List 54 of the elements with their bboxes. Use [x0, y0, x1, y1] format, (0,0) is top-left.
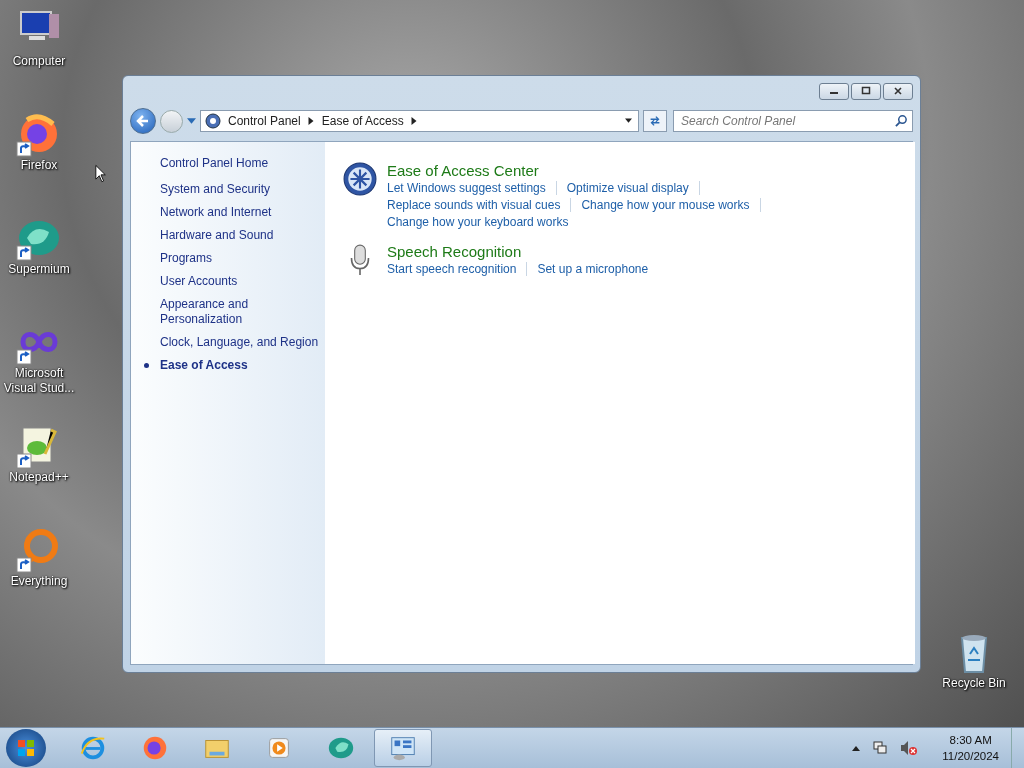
sidebar-link[interactable]: System and Security: [160, 182, 325, 197]
task-link[interactable]: Replace sounds with visual cues: [387, 198, 572, 212]
desktop-icon-label[interactable]: Firefox: [1, 158, 77, 173]
task-link[interactable]: Optimize visual display: [566, 181, 700, 195]
mouse-cursor-icon: [95, 164, 107, 184]
sidebar-link[interactable]: Ease of Access: [160, 358, 325, 373]
category-title-link[interactable]: Speech Recognition: [387, 243, 897, 260]
desktop-icon-label[interactable]: Supermium: [1, 262, 77, 277]
ease-of-access-icon: [343, 162, 377, 196]
sidebar-link[interactable]: Appearance and Personalization: [160, 297, 325, 327]
address-bar[interactable]: Control Panel Ease of Access: [200, 110, 639, 132]
control-panel-taskbar-button[interactable]: [374, 729, 432, 767]
desktop-icon-label[interactable]: Recycle Bin: [936, 676, 1012, 691]
refresh-button[interactable]: [643, 110, 667, 132]
sidebar-link[interactable]: User Accounts: [160, 274, 325, 289]
sidebar-link[interactable]: Programs: [160, 251, 325, 266]
maximize-icon[interactable]: [861, 86, 871, 96]
task-link[interactable]: Start speech recognition: [387, 262, 528, 276]
task-link[interactable]: Change how your keyboard works: [387, 215, 579, 229]
breadcrumb-arrow-icon[interactable]: [307, 117, 315, 125]
sidebar-link[interactable]: Hardware and Sound: [160, 228, 325, 243]
breadcrumb-link[interactable]: Ease of Access: [321, 114, 404, 128]
show-hidden-icons-icon[interactable]: [852, 745, 861, 751]
minimize-button[interactable]: [819, 82, 849, 100]
back-button[interactable]: [130, 108, 156, 134]
desktop-icon-label[interactable]: Computer: [1, 54, 77, 69]
windows-logo-icon[interactable]: [16, 738, 36, 758]
desktop-icon-label[interactable]: Microsoft Visual Stud...: [1, 366, 77, 396]
dropdown-arrow-icon[interactable]: [625, 117, 632, 125]
clock-time[interactable]: 8:30 AM: [949, 732, 992, 748]
start-button[interactable]: [6, 729, 46, 767]
close-icon[interactable]: [893, 86, 903, 96]
category-title-link[interactable]: Ease of Access Center: [387, 162, 897, 179]
task-link[interactable]: Let Windows suggest settings: [387, 181, 557, 195]
task-link[interactable]: Set up a microphone: [537, 262, 659, 276]
network-icon[interactable]: [872, 740, 889, 756]
history-dropdown-icon[interactable]: [187, 117, 196, 125]
close-button[interactable]: [883, 82, 913, 100]
breadcrumb-arrow-icon[interactable]: [410, 117, 418, 125]
bullet-icon: [144, 363, 149, 368]
sidebar-link[interactable]: Clock, Language, and Region: [160, 335, 325, 350]
clock-date[interactable]: 11/20/2024: [942, 748, 999, 764]
control-panel-icon: [205, 113, 221, 129]
back-arrow-icon[interactable]: [135, 113, 151, 129]
search-field[interactable]: Search Control Panel: [673, 110, 913, 132]
desktop-icon-label[interactable]: Everything: [1, 574, 77, 589]
refresh-arrows-icon[interactable]: [648, 114, 662, 128]
breadcrumb-link[interactable]: Control Panel: [228, 114, 301, 128]
speaker-muted-icon[interactable]: [900, 740, 919, 756]
maximize-button[interactable]: [851, 82, 881, 100]
task-link[interactable]: Change how your mouse works: [581, 198, 761, 212]
sidebar-link[interactable]: Control Panel Home: [160, 156, 269, 170]
sidebar-link[interactable]: Network and Internet: [160, 205, 325, 220]
search-icon[interactable]: [895, 114, 908, 127]
